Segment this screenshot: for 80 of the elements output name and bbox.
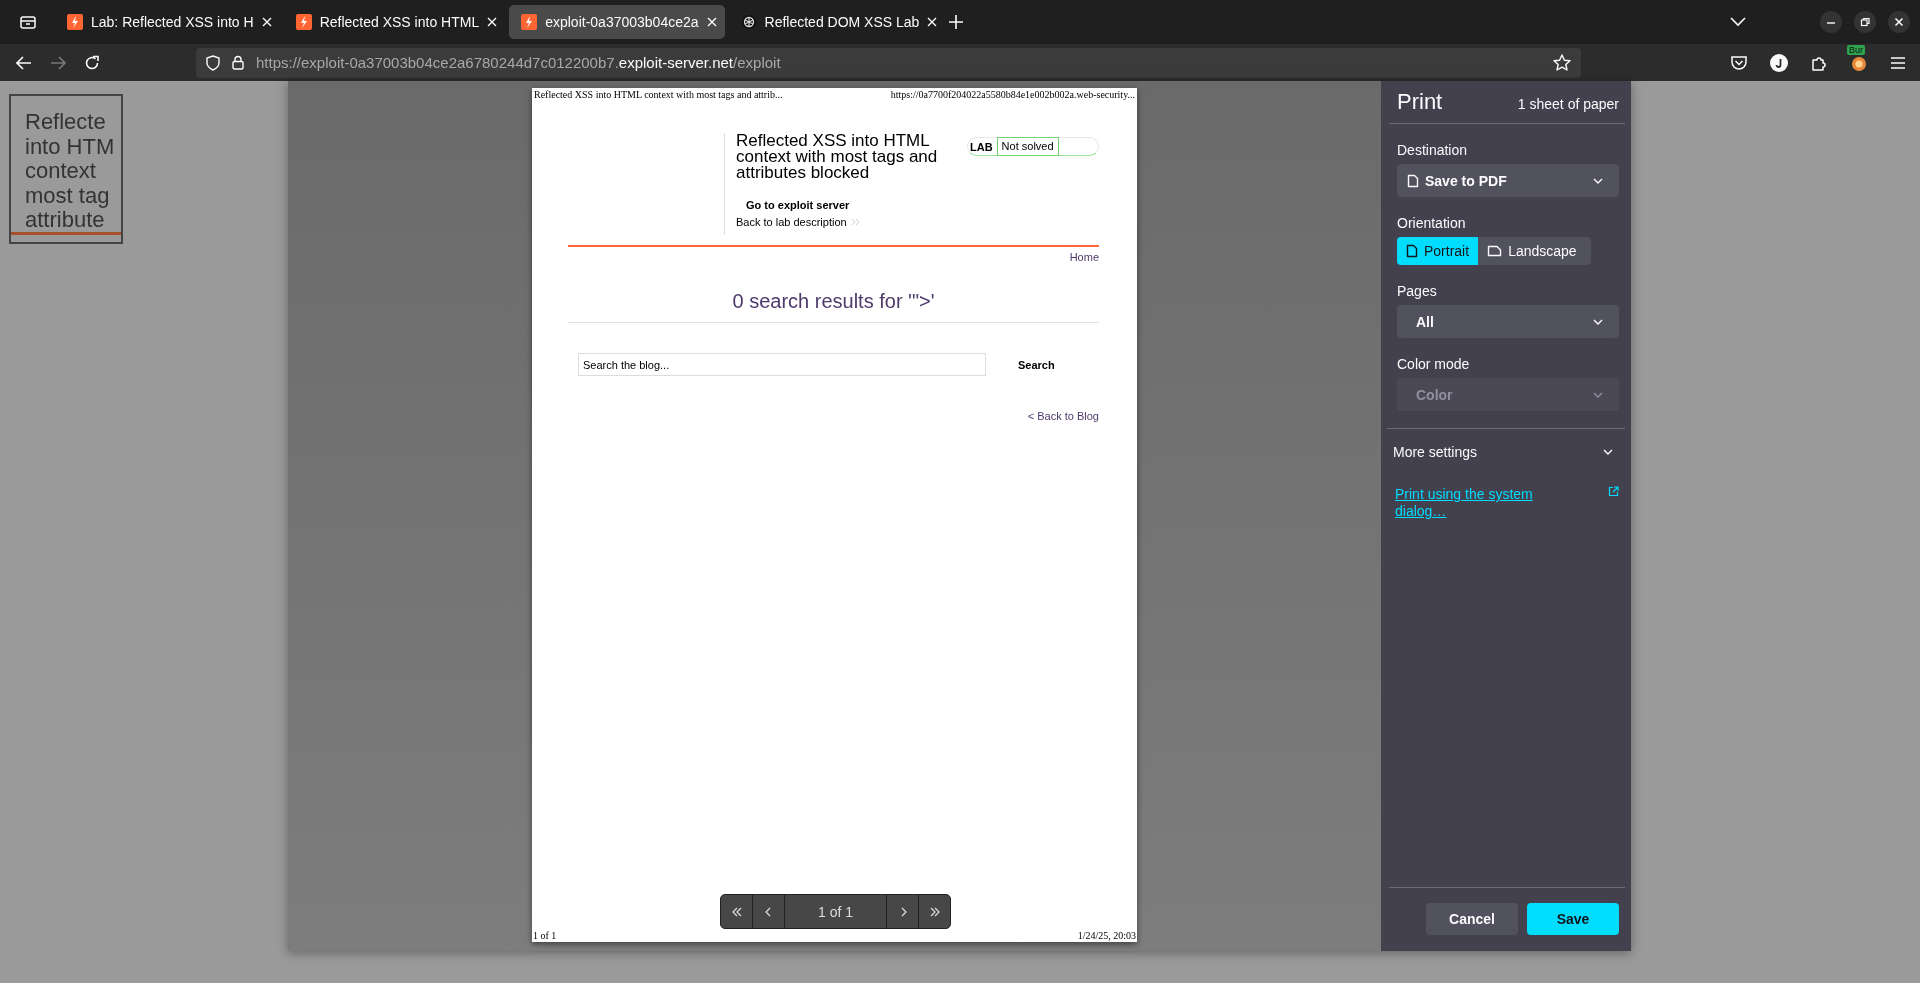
destination-select[interactable]: Save to PDF	[1397, 164, 1619, 197]
close-window-icon[interactable]	[1888, 11, 1910, 33]
setting-label: Pages	[1397, 283, 1438, 299]
cancel-button[interactable]: Cancel	[1426, 903, 1518, 935]
more-settings-toggle[interactable]: More settings	[1387, 428, 1625, 460]
save-button[interactable]: Save	[1527, 903, 1619, 935]
chevron-down-icon	[1593, 318, 1603, 325]
lab-label: LAB	[969, 140, 994, 153]
page-text: Reflecte	[25, 110, 107, 135]
tab-list-icon[interactable]	[1730, 17, 1746, 27]
close-icon[interactable]	[927, 17, 938, 27]
chevron-down-icon	[1603, 449, 1613, 455]
tab-title: exploit-0a37003b04ce2a	[545, 14, 699, 30]
landscape-page-icon	[1487, 245, 1503, 257]
page-text: attribute	[25, 208, 105, 233]
flame-icon	[521, 14, 538, 30]
flame-icon	[295, 14, 312, 30]
page-header-url: https://0a7700f204022a5580b84e1e002b002a.web-security...	[890, 89, 1135, 100]
page-text: most tag	[25, 183, 111, 208]
pocket-icon[interactable]	[1730, 54, 1748, 71]
setting-label: Destination	[1397, 142, 1469, 158]
browser-tab[interactable]: Lab: Reflected XSS into H	[55, 5, 280, 39]
external-link-icon	[1608, 486, 1619, 497]
page-number: 1 of 1	[533, 930, 557, 941]
browser-tab[interactable]: Reflected XSS into HTML	[283, 5, 506, 39]
restore-icon[interactable]	[1854, 11, 1876, 33]
orientation-option[interactable]: Portrait	[1397, 237, 1479, 265]
close-icon[interactable]	[706, 17, 717, 27]
reload-icon[interactable]	[84, 54, 100, 71]
back-icon[interactable]	[16, 55, 32, 70]
shield-icon	[206, 54, 220, 71]
page-text: into HTM	[25, 134, 116, 159]
setting-label: Orientation	[1397, 215, 1467, 231]
lab-status: Not solved	[996, 136, 1059, 156]
lab-description-link[interactable]: Back to lab description	[736, 216, 847, 228]
sheet-count: 1 sheet of paper	[1517, 96, 1619, 112]
document-icon	[1406, 244, 1418, 258]
browser-tab[interactable]: Reflected DOM XSS Lab	[728, 5, 946, 39]
home-link[interactable]: Home	[1069, 251, 1099, 263]
lock-icon	[232, 55, 244, 70]
search-button[interactable]: Search	[1014, 354, 1059, 375]
new-tab-icon[interactable]	[949, 15, 964, 29]
close-icon[interactable]	[487, 17, 498, 27]
orientation-option[interactable]: Landscape	[1478, 237, 1586, 265]
search-results-heading: 0 search results for '">'	[568, 290, 1099, 323]
setting-select: Color	[1397, 378, 1619, 411]
print-date: 1/24/25, 20:03	[1077, 930, 1136, 941]
double-chevron-icon	[850, 218, 861, 226]
back-to-blog-link[interactable]: < Back to Blog	[1027, 410, 1099, 422]
first-page-icon[interactable]	[731, 906, 742, 917]
extension-badge: Bur	[1847, 44, 1865, 55]
setting-select[interactable]: All	[1397, 305, 1619, 338]
last-page-icon[interactable]	[929, 906, 940, 917]
address-bar[interactable]: https://exploit-0a37003b04ce2a6780244d7c012200b7.exploit-server.net/exploit	[196, 47, 1581, 78]
tab-title: Reflected DOM XSS Lab	[764, 14, 920, 30]
knot-icon	[740, 14, 757, 30]
browser-tab[interactable]: exploit-0a37003b04ce2a	[509, 5, 725, 39]
document-icon	[1407, 173, 1419, 188]
print-title: Print	[1397, 89, 1443, 115]
system-dialog-link[interactable]: Print using the system dialog…	[1395, 486, 1545, 520]
star-icon[interactable]	[1553, 54, 1571, 71]
lab-title: Reflected XSS into HTML context with most tags and attributes blocked	[736, 133, 939, 181]
chevron-down-icon	[1593, 177, 1603, 184]
search-field[interactable]: Search the blog...	[578, 353, 986, 376]
page-indicator: 1 of 1	[785, 895, 887, 928]
close-icon[interactable]	[261, 17, 272, 27]
flame-icon	[67, 14, 83, 30]
tab-title: Lab: Reflected XSS into H	[91, 14, 254, 30]
page-header-title: Reflected XSS into HTML context with most tags and attrib...	[534, 89, 783, 100]
exploit-server-link[interactable]: Go to exploit server	[746, 199, 850, 211]
account-icon[interactable]	[1770, 53, 1788, 72]
page-text: context	[25, 159, 97, 184]
menu-icon[interactable]	[1890, 55, 1906, 70]
url-text: https://exploit-0a37003b04ce2a6780244d7c012200b7.exploit-server.net/exploit	[256, 54, 782, 71]
tab-overview-icon[interactable]	[18, 14, 37, 30]
minimize-icon[interactable]	[1820, 11, 1842, 33]
tab-title: Reflected XSS into HTML	[319, 14, 480, 30]
setting-label: Color mode	[1397, 356, 1471, 372]
chevron-down-icon	[1593, 391, 1603, 398]
forward-icon	[50, 55, 66, 70]
